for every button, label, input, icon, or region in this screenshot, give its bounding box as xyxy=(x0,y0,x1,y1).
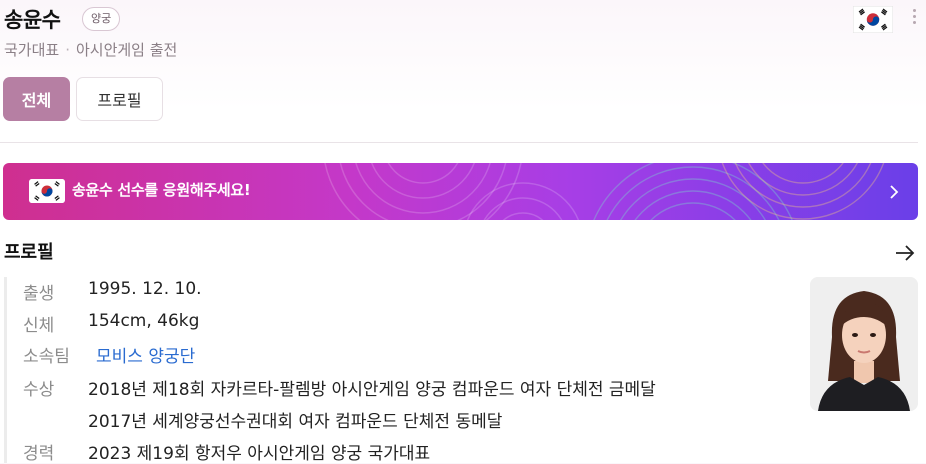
cheer-banner[interactable]: 송윤수 선수를 응원해주세요! xyxy=(3,163,918,220)
south-korea-flag-icon xyxy=(29,179,65,203)
arrow-right-icon[interactable] xyxy=(893,241,917,265)
athlete-photo[interactable] xyxy=(810,277,918,411)
tab-profile[interactable]: 프로필 xyxy=(76,77,163,121)
birth-value: 1995. 12. 10. xyxy=(88,279,202,299)
more-vertical-icon[interactable] xyxy=(909,7,919,27)
chevron-right-icon xyxy=(887,182,901,202)
tab-all[interactable]: 전체 xyxy=(3,77,70,121)
team-link[interactable]: 모비스 양궁단 xyxy=(96,342,195,367)
awards-label: 수상 xyxy=(23,380,55,400)
team-label: 소속팀 xyxy=(23,347,70,367)
athlete-name: 송윤수 xyxy=(4,8,61,32)
subtitle-event: 아시안게임 출전 xyxy=(75,41,178,59)
award-item: 2017년 세계양궁선수권대회 여자 컴파운드 단체전 동메달 xyxy=(88,412,503,432)
subtitle-role: 국가대표 xyxy=(4,41,60,59)
birth-label: 출생 xyxy=(23,284,55,304)
body-label: 신체 xyxy=(23,316,55,336)
award-item: 2018년 제18회 자카르타-팔렘방 아시안게임 양궁 컴파운드 여자 단체전… xyxy=(88,380,656,400)
subtitle-separator: · xyxy=(65,41,70,59)
info-list-bar xyxy=(4,277,7,463)
body-value: 154cm, 46kg xyxy=(88,311,200,331)
section-divider xyxy=(0,142,918,143)
career-label: 경력 xyxy=(23,444,55,464)
sport-badge: 양궁 xyxy=(82,7,121,31)
banner-text: 송윤수 선수를 응원해주세요! xyxy=(72,181,251,199)
south-korea-flag-icon xyxy=(852,5,894,34)
athlete-subtitle: 국가대표 · 아시안게임 출전 xyxy=(4,39,177,60)
profile-heading: 프로필 xyxy=(4,242,54,263)
career-value: 2023 제19회 항저우 아시안게임 양궁 국가대표 xyxy=(88,444,431,464)
